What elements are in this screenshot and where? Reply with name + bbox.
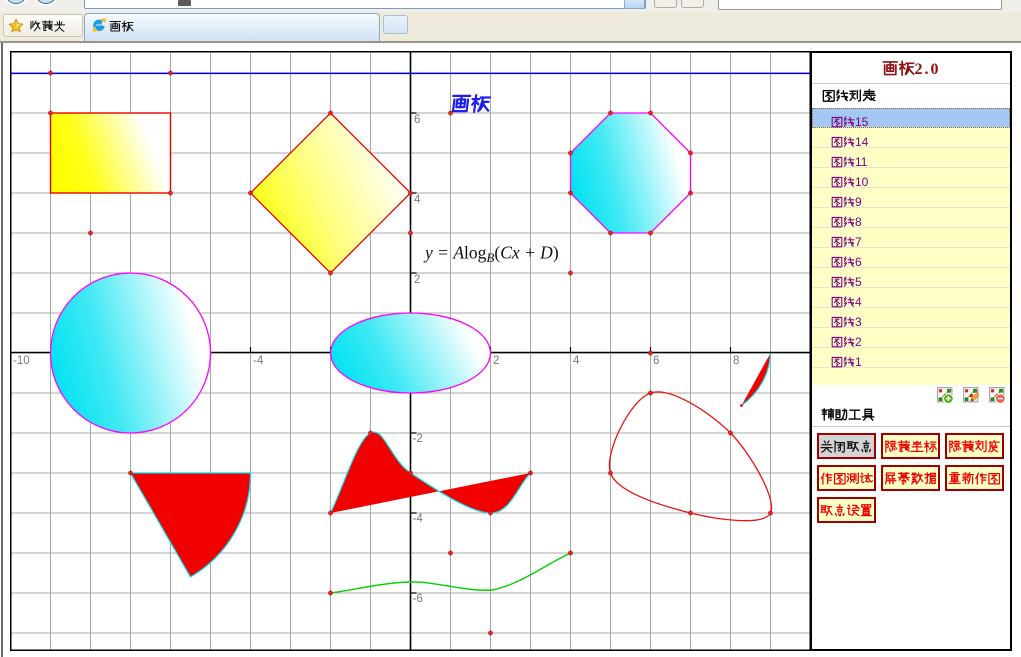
svg-text:-4: -4 [253, 355, 264, 367]
svg-text:6: 6 [414, 114, 420, 126]
svg-text:4: 4 [414, 194, 421, 206]
svg-text:2: 2 [493, 355, 499, 367]
svg-text:2: 2 [414, 274, 420, 286]
svg-text:-2: -2 [413, 433, 423, 445]
svg-text:8: 8 [733, 355, 739, 367]
svg-text:4: 4 [573, 355, 580, 367]
svg-text:-6: -6 [413, 593, 423, 605]
svg-text:6: 6 [653, 355, 659, 367]
svg-text:-10: -10 [13, 355, 30, 367]
svg-text:-4: -4 [413, 513, 424, 525]
